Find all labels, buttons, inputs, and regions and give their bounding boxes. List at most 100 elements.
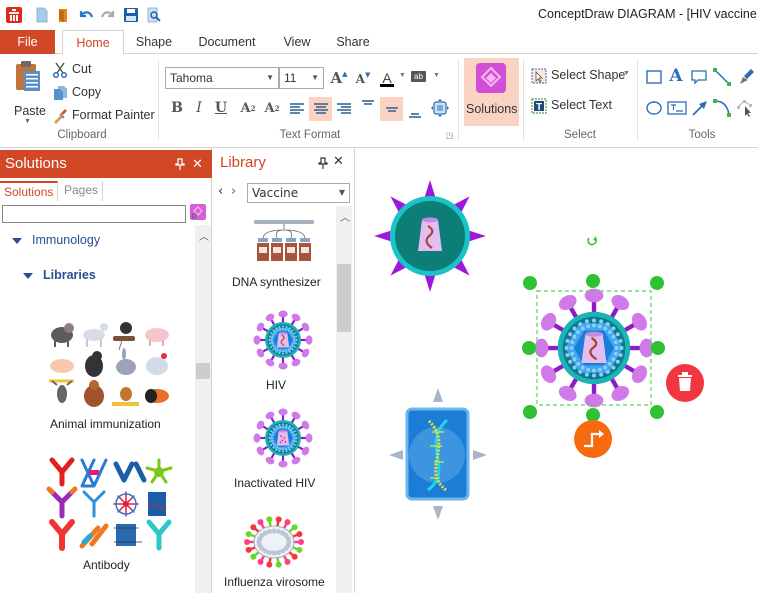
align-left-icon[interactable] <box>287 99 307 119</box>
library-item-influenza-virosome[interactable]: Influenza virosome <box>220 508 344 593</box>
solutions-button[interactable]: Solutions <box>464 58 519 126</box>
library-select[interactable]: Vaccine ▼ <box>247 183 350 203</box>
undo-icon[interactable] <box>78 7 94 23</box>
select-text-label: Select Text <box>551 98 612 112</box>
italic-button[interactable]: I <box>190 98 208 118</box>
font-color-dropdown-icon[interactable]: ▼ <box>399 72 406 79</box>
pin-icon[interactable] <box>318 157 328 169</box>
shrink-font-icon: A <box>355 72 365 86</box>
library-item-dna-synthesizer[interactable]: DNA synthesizer <box>224 216 342 296</box>
superscript-button[interactable]: A2 <box>238 98 258 118</box>
text-box-tool-icon[interactable] <box>667 100 687 116</box>
highlight-dropdown-icon[interactable]: ▼ <box>433 72 440 79</box>
back-arrow-icon[interactable]: ‹ <box>218 184 223 199</box>
redo-icon[interactable] <box>100 7 116 23</box>
tab-view[interactable]: View <box>278 30 316 55</box>
tab-home[interactable]: Home <box>62 30 124 55</box>
arrow-tool-icon[interactable] <box>690 98 710 118</box>
tab-document[interactable]: Document <box>192 30 262 55</box>
text-fit-icon[interactable] <box>430 98 450 118</box>
connector-button[interactable] <box>574 420 612 458</box>
resize-handle-nw[interactable] <box>523 276 537 290</box>
line-tool-icon[interactable] <box>712 67 732 87</box>
delete-button[interactable] <box>666 364 704 402</box>
resize-handle-n[interactable] <box>586 274 600 288</box>
align-right-icon[interactable] <box>334 99 354 119</box>
library-antibody[interactable]: Antibody <box>40 456 180 572</box>
align-top-icon[interactable] <box>358 97 378 117</box>
ribbon-separator <box>637 60 638 140</box>
bold-button[interactable]: B <box>168 98 186 118</box>
tree-item-libraries[interactable]: Libraries <box>23 268 96 282</box>
cut-button[interactable]: Cut <box>52 61 112 79</box>
scroll-up-icon[interactable]: ︿ <box>199 228 209 243</box>
hiv-shape[interactable] <box>534 288 654 408</box>
tab-solutions[interactable]: Solutions <box>0 181 59 201</box>
close-icon[interactable]: ✕ <box>333 154 344 169</box>
font-color-button[interactable]: A <box>378 67 396 89</box>
align-center-button[interactable] <box>309 97 332 121</box>
callout-tool-icon[interactable] <box>690 68 708 86</box>
text-tool-button[interactable]: A <box>667 66 685 86</box>
dna-card-shape[interactable] <box>389 388 487 520</box>
virus-core-shape[interactable] <box>374 180 486 292</box>
paste-dropdown-icon[interactable]: ▼ <box>24 118 31 125</box>
scroll-up-icon[interactable]: ︿ <box>340 209 350 224</box>
app-logo-icon[interactable] <box>6 7 22 23</box>
save-icon[interactable] <box>123 7 139 23</box>
pin-icon[interactable] <box>175 158 185 170</box>
search-button[interactable] <box>190 204 206 220</box>
align-bottom-icon[interactable] <box>405 101 425 121</box>
tab-shape[interactable]: Shape <box>129 30 179 55</box>
underline-button[interactable]: U <box>212 98 230 118</box>
tab-pages[interactable]: Pages <box>60 181 104 201</box>
antibody-thumbnail-icon <box>46 457 173 551</box>
align-middle-button[interactable] <box>380 97 403 121</box>
new-document-icon[interactable] <box>34 7 50 23</box>
select-text-button[interactable]: T Select Text <box>531 97 616 115</box>
resize-handle-ne[interactable] <box>650 276 664 290</box>
solutions-search-input[interactable] <box>2 205 186 223</box>
library-animal-immunization[interactable]: Animal immunization <box>40 318 180 433</box>
select-shape-dropdown-icon[interactable]: ▼ <box>623 70 630 77</box>
highlight-button[interactable]: ab <box>411 71 426 82</box>
tab-share[interactable]: Share <box>332 30 374 55</box>
select-shape-button[interactable]: Select Shape ▼ <box>531 67 631 85</box>
tab-file[interactable]: File <box>0 30 55 54</box>
virus-spike-tip <box>305 433 313 443</box>
grow-font-button[interactable]: A ▲ <box>330 68 348 88</box>
select-group-label: Select <box>564 129 596 141</box>
arc-tool-icon[interactable] <box>712 97 732 119</box>
solutions-scrollbar[interactable]: ︿ <box>195 225 211 593</box>
scrollbar-thumb[interactable] <box>196 363 210 379</box>
paste-button[interactable]: Paste ▼ <box>8 60 48 130</box>
resize-handle-s[interactable] <box>586 408 600 422</box>
resize-handle-se[interactable] <box>650 405 664 419</box>
resize-handle-sw[interactable] <box>523 405 537 419</box>
rectangle-tool-icon[interactable] <box>645 68 663 86</box>
pen-tool-icon[interactable] <box>736 67 756 87</box>
scrollbar-thumb[interactable] <box>337 264 351 332</box>
font-size-select[interactable]: 11 ▼ <box>279 67 324 89</box>
subscript-button[interactable]: A2 <box>262 98 282 118</box>
shrink-font-button[interactable]: A ▼ <box>355 70 371 88</box>
library-scrollbar[interactable]: ︿ <box>336 206 352 593</box>
virus-spike-tip <box>631 365 648 384</box>
point-edit-tool-icon[interactable] <box>736 97 756 117</box>
close-icon[interactable]: ✕ <box>192 150 203 178</box>
library-item-inactivated-hiv[interactable]: Inactivated HIV <box>224 406 342 491</box>
ribbon: Paste ▼ Cut Copy Format Painter Clipboar… <box>0 54 758 148</box>
tree-item-immunology[interactable]: Immunology <box>12 233 100 247</box>
format-painter-button[interactable]: Format Painter <box>52 107 157 125</box>
library-item-hiv[interactable]: HIV <box>224 308 342 393</box>
forward-arrow-icon[interactable]: › <box>231 184 236 199</box>
resize-handle-w[interactable] <box>522 341 536 355</box>
resize-handle-e[interactable] <box>651 341 665 355</box>
print-preview-icon[interactable] <box>146 7 162 23</box>
open-folder-icon[interactable] <box>56 7 72 23</box>
dialog-launcher-icon[interactable]: ◳ <box>446 131 454 140</box>
copy-button[interactable]: Copy <box>52 84 112 102</box>
font-family-select[interactable]: Tahoma ▼ <box>165 67 279 89</box>
ellipse-tool-icon[interactable] <box>645 99 663 117</box>
drawing-canvas[interactable] <box>356 148 758 593</box>
